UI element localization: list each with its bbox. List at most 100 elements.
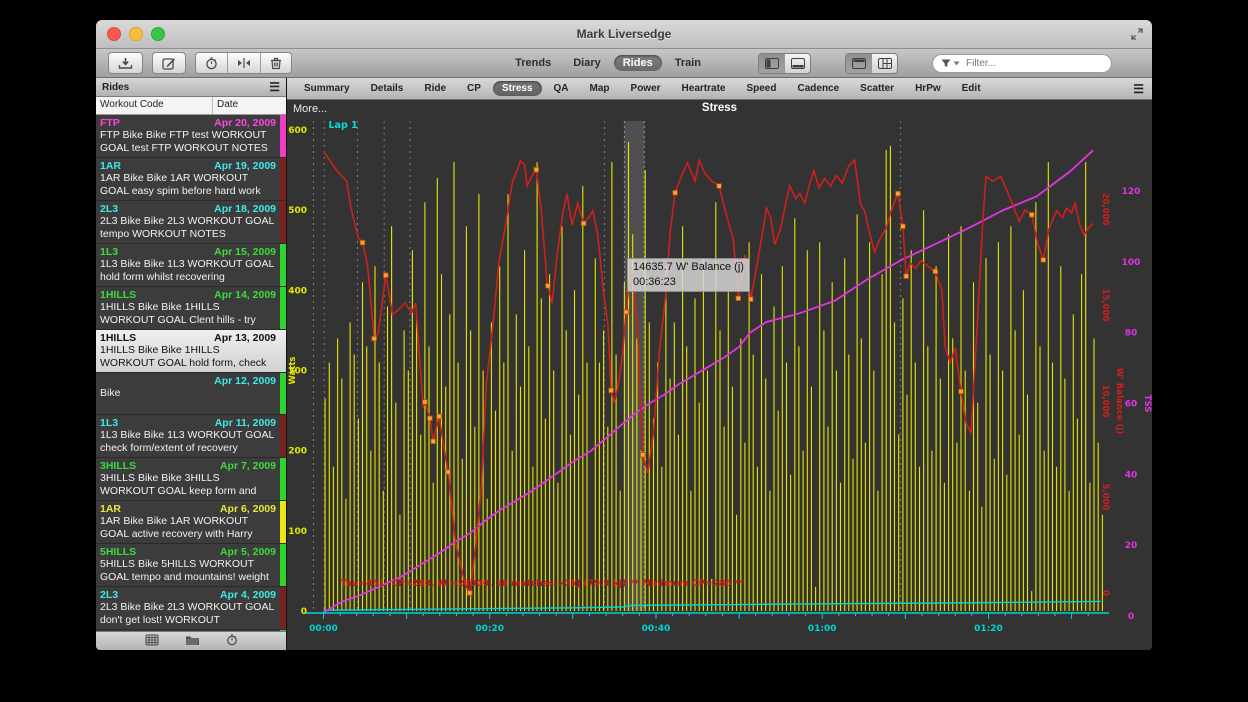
ride-description: 3HILLS Bike Bike 3HILLS WORKOUT GOAL kee… (100, 472, 276, 497)
color-strip (280, 415, 286, 457)
ride-row[interactable]: 1L3Apr 3, 2009 (96, 630, 286, 631)
resize-grip-icon[interactable] (1131, 27, 1143, 45)
calendar-icon[interactable] (145, 633, 159, 650)
ride-date: Apr 4, 2009 (220, 589, 276, 601)
more-link[interactable]: More... (293, 103, 327, 115)
split-interval-button[interactable] (228, 53, 261, 73)
tab-scatter[interactable]: Scatter (851, 81, 903, 96)
tab-power[interactable]: Power (622, 81, 670, 96)
svg-text:400: 400 (288, 286, 307, 296)
ride-row[interactable]: 2L3Apr 18, 20092L3 Bike Bike 2L3 WORKOUT… (96, 201, 286, 244)
ride-row[interactable]: 1HILLSApr 13, 20091HILLS Bike Bike 1HILL… (96, 330, 286, 373)
column-date[interactable]: Date (213, 97, 242, 114)
color-strip (280, 201, 286, 243)
ride-row[interactable]: 1L3Apr 11, 20091L3 Bike Bike 1L3 WORKOUT… (96, 415, 286, 458)
color-strip (280, 630, 286, 631)
single-view-button[interactable] (846, 54, 872, 73)
color-strip (280, 330, 286, 372)
titlebar: Mark Liversedge (96, 20, 1152, 49)
tab-map[interactable]: Map (581, 81, 619, 96)
color-strip (280, 287, 286, 329)
ride-row[interactable]: 5HILLSApr 5, 20095HILLS Bike 5HILLS WORK… (96, 544, 286, 587)
match-marker (901, 224, 906, 229)
stopwatch-button[interactable] (196, 53, 228, 73)
match-marker (640, 453, 645, 458)
ride-row[interactable]: FTPApr 20, 2009FTP Bike Bike FTP test WO… (96, 115, 286, 158)
ride-description: 2L3 Bike Bike 2L3 WORKOUT GOAL don't get… (100, 601, 276, 626)
filter-field[interactable] (932, 54, 1112, 73)
svg-text:100: 100 (1122, 258, 1141, 268)
chart-title: Stress (287, 102, 1152, 114)
stress-chart[interactable]: 00:0000:2000:4001:0001:20010020030040050… (287, 100, 1152, 650)
ride-description: Bike (100, 387, 276, 400)
match-marker (896, 191, 901, 196)
svg-text:TSS: TSS (1142, 395, 1152, 413)
ride-date: Apr 6, 2009 (220, 503, 276, 515)
scope-tab-trends[interactable]: Trends (506, 55, 560, 71)
tab-heartrate[interactable]: Heartrate (673, 81, 735, 96)
match-marker (468, 591, 473, 596)
svg-text:15,000: 15,000 (1100, 289, 1110, 322)
match-marker (372, 336, 377, 341)
tab-speed[interactable]: Speed (737, 81, 785, 96)
sidebar-menu-icon[interactable]: ☰ (269, 80, 280, 94)
match-marker (423, 400, 428, 405)
match-marker (736, 296, 741, 301)
manual-entry-button[interactable] (152, 52, 186, 74)
scope-tabs: TrendsDiaryRidesTrain (506, 55, 710, 71)
ride-row[interactable]: 1L3Apr 15, 20091L3 Bike Bike 1L3 WORKOUT… (96, 244, 286, 287)
color-strip (280, 544, 286, 586)
tab-ride[interactable]: Ride (415, 81, 455, 96)
color-strip (280, 501, 286, 543)
bottombar-toggle-button[interactable] (785, 54, 810, 73)
tab-summary[interactable]: Summary (295, 81, 359, 96)
sidebar-title: Rides (102, 82, 129, 93)
ride-date: Apr 15, 2009 (214, 246, 276, 258)
ride-row[interactable]: 1HILLSApr 14, 20091HILLS Bike Bike 1HILL… (96, 287, 286, 330)
tab-hrpw[interactable]: HrPw (906, 81, 950, 96)
rides-sidebar: Rides ☰ Workout Code Date FTPApr 20, 200… (96, 78, 287, 650)
scope-tab-rides[interactable]: Rides (614, 55, 662, 71)
ride-date: Apr 18, 2009 (214, 203, 276, 215)
tab-cp[interactable]: CP (458, 81, 490, 96)
tab-edit[interactable]: Edit (953, 81, 990, 96)
match-marker (437, 414, 442, 419)
sidebar-toggle-button[interactable] (759, 54, 785, 73)
column-workout-code[interactable]: Workout Code (96, 97, 213, 114)
ride-row[interactable]: Apr 12, 2009Bike (96, 373, 286, 415)
filter-input[interactable] (964, 57, 1103, 70)
ride-row[interactable]: 3HILLSApr 7, 20093HILLS Bike Bike 3HILLS… (96, 458, 286, 501)
scope-tab-train[interactable]: Train (666, 55, 710, 71)
ride-description: 1HILLS Bike Bike 1HILLS WORKOUT GOAL Cle… (100, 301, 276, 326)
tab-stress[interactable]: Stress (493, 81, 542, 96)
svg-text:0: 0 (301, 607, 307, 617)
svg-text:60: 60 (1125, 400, 1138, 410)
workout-code: 1AR (100, 160, 121, 172)
ride-row[interactable]: 1ARApr 6, 20091AR Bike Bike 1AR WORKOUT … (96, 501, 286, 544)
folder-icon[interactable] (185, 633, 200, 650)
sidebar-footer (96, 631, 286, 650)
svg-text:10,000: 10,000 (1100, 385, 1110, 418)
color-strip (280, 115, 286, 157)
tab-details[interactable]: Details (362, 81, 413, 96)
tab-qa[interactable]: QA (545, 81, 578, 96)
svg-text:80: 80 (1125, 329, 1138, 339)
ride-row[interactable]: 2L3Apr 4, 20092L3 Bike Bike 2L3 WORKOUT … (96, 587, 286, 630)
ride-row[interactable]: 1ARApr 19, 20091AR Bike Bike 1AR WORKOUT… (96, 158, 286, 201)
ride-date: Apr 11, 2009 (215, 417, 276, 429)
svg-text:0: 0 (1100, 590, 1110, 596)
tooltip-time: 00:36:23 (633, 275, 744, 290)
match-marker (904, 274, 909, 279)
match-marker (581, 221, 586, 226)
ride-description: 1L3 Bike Bike 1L3 WORKOUT GOAL hold form… (100, 258, 276, 283)
tabbar-menu-icon[interactable]: ☰ (1133, 82, 1144, 96)
stopwatch-small-icon[interactable] (226, 633, 238, 650)
download-ride-button[interactable] (108, 52, 143, 74)
delete-ride-button[interactable] (261, 53, 291, 73)
scope-tab-diary[interactable]: Diary (564, 55, 610, 71)
tiled-view-button[interactable] (872, 54, 897, 73)
color-strip (280, 587, 286, 629)
tab-cadence[interactable]: Cadence (788, 81, 848, 96)
ride-description: 5HILLS Bike 5HILLS WORKOUT GOAL tempo an… (100, 558, 276, 583)
cp-annotation: Tau=451, CP=280, W'=23000, 18 matches >2… (341, 579, 744, 589)
